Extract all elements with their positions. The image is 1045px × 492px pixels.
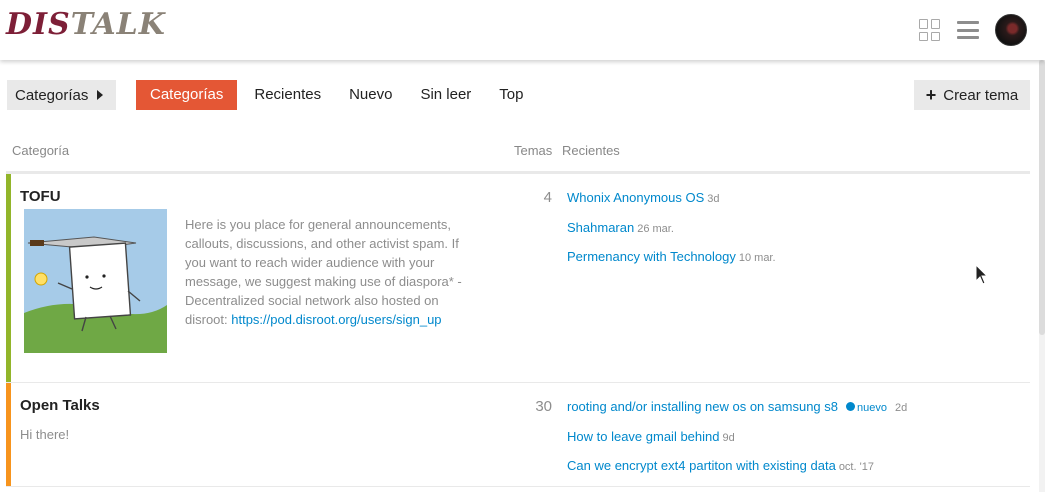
user-avatar[interactable] <box>995 14 1027 46</box>
recent-topics-list: Whonix Anonymous OS 3d Shahmaran 26 mar. P… <box>567 190 776 279</box>
recent-topic-date: oct. '17 <box>838 461 874 473</box>
recent-topic-date: 3d <box>707 193 720 205</box>
recent-topic-title[interactable]: Can we encrypt ext4 partiton with existi… <box>567 458 836 473</box>
recent-topic-date: 10 mar. <box>738 252 776 264</box>
topics-count: 4 <box>543 189 552 206</box>
recent-topic: Can we encrypt ext4 partiton with existi… <box>567 458 907 488</box>
category-name[interactable]: TOFU <box>20 188 61 205</box>
category-color-stripe <box>6 174 11 382</box>
recent-topic-title[interactable]: rooting and/or installing new os on sams… <box>567 399 838 414</box>
tab-sin-leer[interactable]: Sin leer <box>406 80 485 110</box>
recent-topic-date: 26 mar. <box>637 222 674 235</box>
category-description: Hi there! <box>20 427 70 442</box>
category-color-stripe <box>6 383 11 486</box>
tab-top[interactable]: Top <box>485 80 537 110</box>
tab-recientes[interactable]: Recientes <box>240 80 335 110</box>
site-header: DISTALK <box>0 0 1045 60</box>
site-logo[interactable]: DISTALK <box>6 8 186 42</box>
caret-right-icon <box>97 90 104 100</box>
logo-text-part1: DIS <box>6 7 71 42</box>
recent-topic: Shahmaran 26 mar. <box>567 220 776 250</box>
recent-topic-date: 9d <box>722 431 735 444</box>
category-description: Here is you place for general announceme… <box>185 215 470 329</box>
categories-dropdown[interactable]: Categorías <box>7 80 116 110</box>
category-description-link[interactable]: https://pod.disroot.org/users/sign_up <box>231 312 441 327</box>
nav-tabs: Categorías Recientes Nuevo Sin leer Top <box>136 80 537 110</box>
create-topic-label: Crear tema <box>943 86 1019 104</box>
category-name[interactable]: Open Talks <box>20 397 100 414</box>
category-row-tofu: TOFU Here is you place for general annou… <box>6 174 1030 383</box>
recent-topic-title[interactable]: Permenancy with Technology <box>567 249 736 264</box>
recent-topic-title[interactable]: How to leave gmail behind <box>567 429 719 444</box>
tab-nuevo[interactable]: Nuevo <box>335 80 406 110</box>
category-description-text: Here is you place for general announceme… <box>185 217 462 327</box>
category-row-open-talks: Open Talks Hi there! 30 rooting and/or i… <box>6 383 1030 487</box>
create-topic-button[interactable]: + Crear tema <box>914 80 1030 110</box>
logo-text: DISTALK <box>6 8 186 42</box>
mouse-cursor-icon <box>975 264 989 285</box>
recent-topic-date: 2d <box>894 402 908 414</box>
header-icons <box>919 12 1027 48</box>
hamburger-menu-icon[interactable] <box>957 20 979 40</box>
tab-categorias[interactable]: Categorías <box>136 80 238 110</box>
navigation-bar: Categorías Categorías Recientes Nuevo Si… <box>7 80 1030 110</box>
logo-text-part2: TALK <box>70 7 166 42</box>
category-image <box>24 209 167 353</box>
column-header-topics[interactable]: Temas <box>514 143 552 158</box>
recent-topic-title[interactable]: Shahmaran <box>567 220 634 235</box>
recent-topic: How to leave gmail behind 9d <box>567 429 907 459</box>
topics-count: 30 <box>535 398 552 415</box>
categories-dropdown-label: Categorías <box>15 86 89 104</box>
new-badge[interactable]: nuevo <box>857 402 887 414</box>
new-dot-icon <box>846 402 855 411</box>
grid-icon[interactable] <box>919 19 941 41</box>
tofu-illustration <box>24 209 167 353</box>
recent-topic: rooting and/or installing new os on sams… <box>567 399 907 429</box>
recent-topics-list: rooting and/or installing new os on sams… <box>567 399 907 488</box>
page-scrollbar[interactable] <box>1039 60 1045 492</box>
column-header-recent[interactable]: Recientes <box>562 143 620 158</box>
scrollbar-thumb[interactable] <box>1039 60 1045 335</box>
plus-icon: + <box>925 85 937 105</box>
recent-topic: Permenancy with Technology 10 mar. <box>567 249 776 279</box>
column-header-category[interactable]: Categoría <box>12 143 69 158</box>
recent-topic: Whonix Anonymous OS 3d <box>567 190 776 220</box>
recent-topic-title[interactable]: Whonix Anonymous OS <box>567 190 704 205</box>
